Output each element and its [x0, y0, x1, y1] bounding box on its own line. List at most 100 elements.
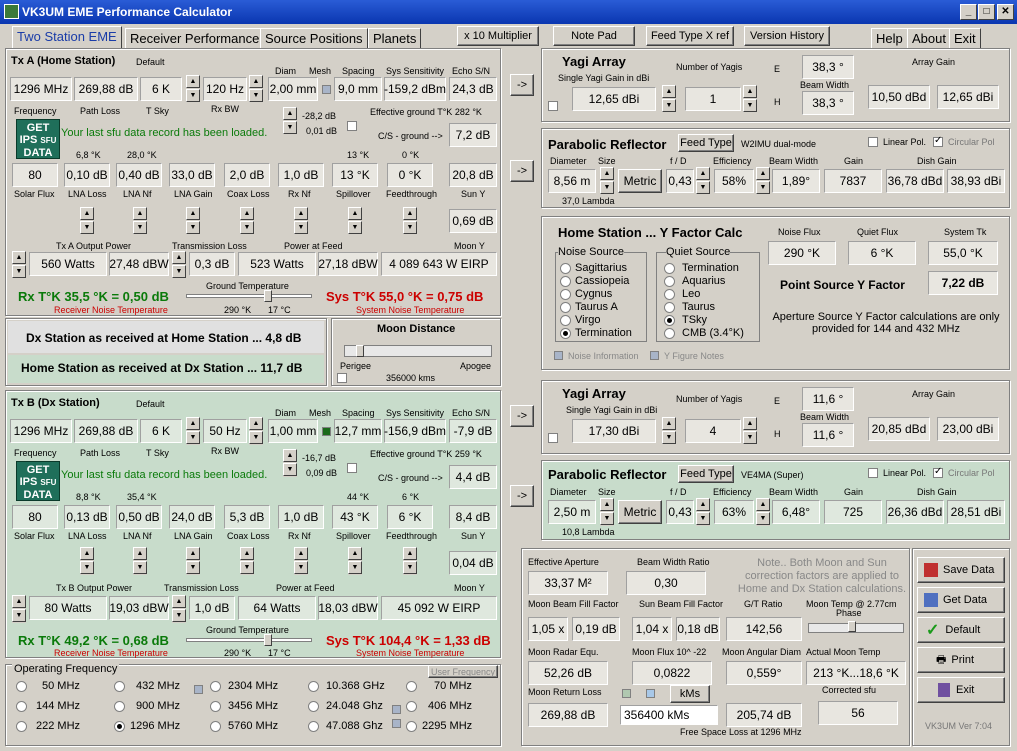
get-ips-sfu-data-button[interactable]: GET IPS SFU DATA: [16, 119, 60, 159]
spillover-spinner[interactable]: ▲ ▼: [348, 207, 362, 235]
quiet-radio-3[interactable]: [664, 302, 675, 313]
transmission-loss-spinner[interactable]: ▲ ▼: [172, 251, 186, 279]
copy-yagi-b-button[interactable]: ->: [510, 405, 534, 427]
freq-radio-222[interactable]: [16, 721, 27, 732]
quiet-radio-0[interactable]: [664, 263, 675, 274]
parabolic-a-circular-checkbox[interactable]: ✓: [933, 135, 943, 147]
y-figure-indicator[interactable]: [650, 351, 659, 360]
parabolic-a-efficiency-spinner[interactable]: ▲ ▼: [756, 167, 770, 195]
b-mesh-checkbox[interactable]: [347, 463, 357, 473]
parabolic-a-fd-spinner[interactable]: ▲ ▼: [696, 167, 710, 195]
b-mesh-indicator[interactable]: [322, 427, 331, 436]
coax-loss-spinner[interactable]: ▲ ▼: [240, 207, 254, 235]
b-coax-loss-spinner[interactable]: ▲ ▼: [240, 547, 254, 575]
moon-distance-slider[interactable]: [344, 345, 492, 357]
default-button[interactable]: ✓ Default: [917, 617, 1005, 643]
moon-phase-slider[interactable]: [808, 623, 904, 633]
b-output-power-spinner[interactable]: ▲ ▼: [12, 595, 26, 623]
parabolic-b-efficiency-spinner[interactable]: ▲ ▼: [756, 498, 770, 526]
exit-button[interactable]: Exit: [917, 677, 1005, 703]
tab-exit[interactable]: Exit: [949, 28, 981, 48]
mesh-spinner[interactable]: ▲ ▼: [283, 107, 297, 135]
b-lna-loss-spinner[interactable]: ▲ ▼: [80, 547, 94, 575]
kms-button[interactable]: kMs: [670, 685, 710, 703]
copy-dish-a-button[interactable]: ->: [510, 160, 534, 182]
quiet-radio-4[interactable]: [664, 315, 675, 326]
version-history-button[interactable]: Version History: [744, 26, 830, 46]
b-ground-temp-thumb[interactable]: [264, 634, 272, 646]
freq-radio-47088[interactable]: [308, 721, 319, 732]
b-tsky-spinner[interactable]: ▲ ▼: [186, 417, 200, 445]
freq-radio-900[interactable]: [114, 701, 125, 712]
get-data-button[interactable]: Get Data: [917, 587, 1005, 613]
yagi-b-gain-spinner[interactable]: ▲ ▼: [662, 417, 676, 445]
b-rx-bw-spinner[interactable]: ▲ ▼: [249, 417, 263, 445]
copy-yagi-a-button[interactable]: ->: [510, 74, 534, 96]
parabolic-b-metric-button[interactable]: Metric: [618, 500, 662, 524]
moon-distance-input[interactable]: 356400 kMs: [620, 705, 718, 725]
parabolic-a-metric-button[interactable]: Metric: [618, 169, 662, 193]
feed-type-xref-button[interactable]: Feed Type X ref: [646, 26, 734, 46]
b-transmission-loss-spinner[interactable]: ▲ ▼: [172, 595, 186, 623]
b-get-ips-sfu-data-button[interactable]: GET IPS SFU DATA: [16, 461, 60, 501]
copy-dish-b-button[interactable]: ->: [510, 485, 534, 507]
moon-distance-thumb[interactable]: [356, 345, 364, 357]
rx-nf-spinner[interactable]: ▲ ▼: [294, 207, 308, 235]
freq-radio-3456[interactable]: [210, 701, 221, 712]
tsky-spinner[interactable]: ▲ ▼: [186, 75, 200, 103]
rx-bw-spinner[interactable]: ▲ ▼: [249, 75, 263, 103]
b-rx-nf-spinner[interactable]: ▲ ▼: [294, 547, 308, 575]
noise-radio-3[interactable]: [560, 302, 571, 313]
yagi-a-number-spinner[interactable]: ▲ ▼: [743, 85, 757, 113]
parabolic-b-diameter-spinner[interactable]: ▲ ▼: [600, 498, 614, 526]
yagi-b-number-spinner[interactable]: ▲ ▼: [743, 417, 757, 445]
b-ground-temp-slider[interactable]: [186, 638, 312, 642]
tab-planets[interactable]: Planets: [368, 28, 422, 48]
b-spillover-spinner[interactable]: ▲ ▼: [348, 547, 362, 575]
maximize-button[interactable]: □: [978, 4, 995, 20]
ground-temp-slider[interactable]: [186, 294, 312, 298]
freq-radio-70[interactable]: [406, 681, 417, 692]
freq-radio-5760[interactable]: [210, 721, 221, 732]
noise-information-link[interactable]: Noise Information: [568, 351, 639, 361]
tab-source-positions[interactable]: Source Positions: [260, 28, 368, 48]
quiet-radio-5[interactable]: [664, 328, 675, 339]
output-power-spinner[interactable]: ▲ ▼: [12, 251, 26, 279]
quiet-radio-1[interactable]: [664, 276, 675, 287]
minimize-button[interactable]: _: [960, 4, 977, 20]
note-pad-button[interactable]: Note Pad: [553, 26, 635, 46]
noise-radio-2[interactable]: [560, 289, 571, 300]
tab-two-station-eme[interactable]: Two Station EME: [12, 26, 122, 48]
print-button[interactable]: 🖶 Print: [917, 647, 1005, 673]
freq-radio-144[interactable]: [16, 701, 27, 712]
tab-about[interactable]: About: [907, 28, 951, 48]
feedthrough-spinner[interactable]: ▲ ▼: [403, 207, 417, 235]
parabolic-b-circular-checkbox[interactable]: ✓: [933, 466, 943, 478]
b-feedthrough-spinner[interactable]: ▲ ▼: [403, 547, 417, 575]
yagi-b-checkbox[interactable]: [548, 433, 558, 443]
tab-help[interactable]: Help: [871, 28, 908, 48]
parabolic-a-feed-type-button[interactable]: Feed Type: [678, 134, 734, 152]
noise-radio-0[interactable]: [560, 263, 571, 274]
b-lna-gain-spinner[interactable]: ▲ ▼: [186, 547, 200, 575]
user-frequency-button[interactable]: User Frequency: [428, 665, 498, 678]
x10-multiplier-button[interactable]: x 10 Multiplier: [457, 26, 539, 46]
lna-nf-spinner[interactable]: ▲ ▼: [133, 207, 147, 235]
lna-loss-spinner[interactable]: ▲ ▼: [80, 207, 94, 235]
noise-radio-4[interactable]: [560, 315, 571, 326]
freq-radio-24048[interactable]: [308, 701, 319, 712]
b-lna-nf-spinner[interactable]: ▲ ▼: [133, 547, 147, 575]
freq-radio-10368[interactable]: [308, 681, 319, 692]
parabolic-a-diameter-spinner[interactable]: ▲ ▼: [600, 167, 614, 195]
freq-radio-406[interactable]: [406, 701, 417, 712]
yagi-a-checkbox[interactable]: [548, 101, 558, 111]
ground-temp-thumb[interactable]: [264, 290, 272, 302]
freq-radio-50[interactable]: [16, 681, 27, 692]
noise-radio-1[interactable]: [560, 276, 571, 287]
y-figure-notes-link[interactable]: Y Figure Notes: [664, 351, 724, 361]
freq-radio-2295[interactable]: [406, 721, 417, 732]
freq-radio-432[interactable]: [114, 681, 125, 692]
noise-info-indicator[interactable]: [554, 351, 563, 360]
close-button[interactable]: ✕: [997, 4, 1014, 20]
lna-gain-spinner[interactable]: ▲ ▼: [186, 207, 200, 235]
